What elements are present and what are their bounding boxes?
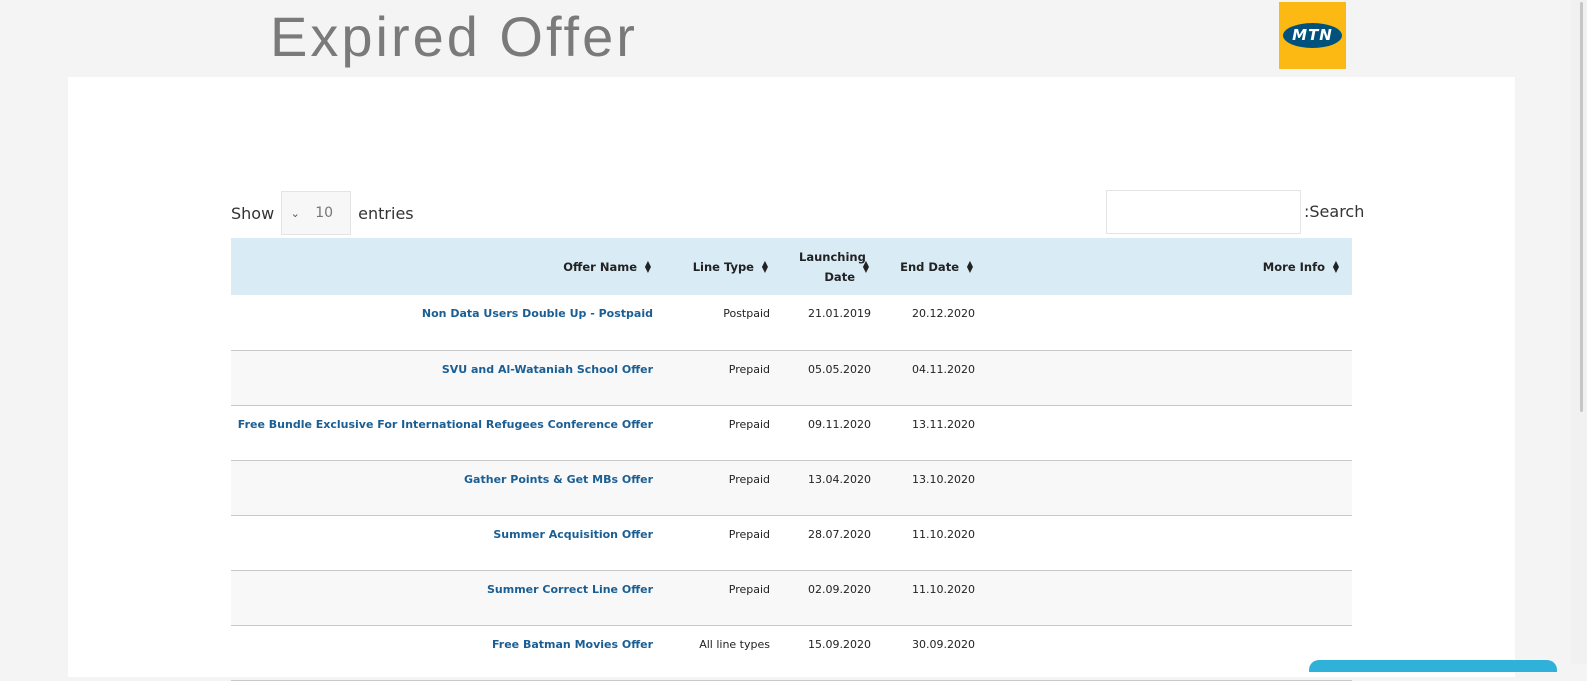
offer-link[interactable]: Summer Correct Line Offer [487, 583, 653, 596]
offer-name-cell: Gather Points & Get MBs Offer [231, 460, 653, 515]
launching-date-cell: 28.07.2020 [808, 527, 871, 541]
more-info-cell [975, 295, 1352, 350]
line-type-cell: Postpaid [723, 307, 770, 320]
table-row: Free Bundle Exclusive For International … [231, 405, 1352, 460]
column-header-label: More Info [1262, 259, 1325, 274]
more-info-cell [975, 350, 1352, 405]
more-info-cell [975, 515, 1352, 570]
line-type-cell: Prepaid [728, 582, 770, 596]
end-date-cell: 11.10.2020 [912, 527, 975, 541]
launching-date-cell: 05.05.2020 [808, 362, 871, 376]
line-type-cell: Prepaid [728, 362, 770, 376]
column-header-label: Launching Date [799, 247, 866, 287]
offer-name-cell: SVU and Al-Wataniah School Offer [231, 350, 653, 405]
column-header-label: Line Type [692, 259, 754, 274]
chevron-down-icon: ⌄ [290, 206, 300, 220]
page-length-value: 10 [315, 205, 334, 221]
more-info-cell [975, 405, 1352, 460]
sort-icon: ▲ ▼ [761, 258, 769, 274]
search-label: :Search [1304, 202, 1365, 221]
end-date-cell: 11.10.2020 [912, 582, 975, 596]
offer-link[interactable]: Summer Acquisition Offer [493, 528, 653, 541]
sort-icon: ▲ ▼ [1332, 258, 1340, 274]
page-length-control: Show ⌄ 10 entries [231, 190, 414, 236]
more-info-cell [975, 570, 1352, 625]
offer-name-cell: Non Data Users Double Up - Postpaid [231, 295, 653, 350]
launching-date-cell: 21.01.2019 [808, 307, 871, 320]
column-header-more-info[interactable]: More Info ▲ ▼ [975, 238, 1352, 295]
table-row: Gather Points & Get MBs Offer Prepaid 13… [231, 460, 1352, 515]
offer-name-cell: Summer Correct Line Offer [231, 570, 653, 625]
chat-widget-tab[interactable] [1309, 660, 1557, 672]
more-info-cell [975, 460, 1352, 515]
column-header-offer-name[interactable]: Offer Name ▲ ▼ [231, 238, 653, 295]
sort-icon: ▲ ▼ [644, 258, 652, 274]
offer-name-cell: Free Batman Movies Offer [231, 625, 653, 680]
line-type-cell: All line types [699, 637, 770, 651]
search-input[interactable] [1106, 190, 1301, 234]
mtn-logo[interactable]: MTN [1279, 2, 1346, 69]
offer-link[interactable]: Free Bundle Exclusive For International … [238, 418, 653, 431]
column-header-launching-date[interactable]: Launching Date ▲ ▼ [770, 238, 871, 295]
column-header-label: Offer Name [563, 259, 637, 274]
launching-date-cell: 13.04.2020 [808, 472, 871, 486]
offer-name-cell: Free Bundle Exclusive For International … [231, 405, 653, 460]
table-row: Free Batman Movies Offer All line types … [231, 625, 1352, 680]
launching-date-cell: 15.09.2020 [808, 637, 871, 651]
sort-icon: ▲ ▼ [862, 258, 870, 274]
line-type-cell: Prepaid [728, 417, 770, 431]
column-header-label-line2: Date [824, 269, 855, 284]
table-row: Summer Correct Line Offer Prepaid 02.09.… [231, 570, 1352, 625]
show-label: Show [231, 203, 275, 223]
more-info-cell [975, 625, 1352, 680]
page-length-select[interactable]: ⌄ 10 [281, 191, 352, 235]
column-header-label: End Date [900, 259, 959, 274]
offer-link[interactable]: SVU and Al-Wataniah School Offer [442, 363, 653, 376]
launching-date-cell: 02.09.2020 [808, 582, 871, 596]
offers-table: Offer Name ▲ ▼ Line Type ▲ ▼ Launching Date ▲… [231, 238, 1352, 681]
scrollbar-thumb[interactable] [1580, 2, 1583, 412]
table-header-row: Offer Name ▲ ▼ Line Type ▲ ▼ Launching Date ▲… [231, 238, 1352, 295]
end-date-cell: 13.10.2020 [912, 472, 975, 486]
offer-link[interactable]: Free Batman Movies Offer [492, 638, 653, 651]
end-date-cell: 04.11.2020 [912, 362, 975, 376]
offer-link[interactable]: Non Data Users Double Up - Postpaid [422, 307, 653, 320]
offer-link[interactable]: Gather Points & Get MBs Offer [464, 473, 653, 486]
column-header-label-line1: Launching [799, 249, 866, 264]
page-title: Expired Offer [270, 5, 638, 68]
sort-icon: ▲ ▼ [966, 258, 974, 274]
column-header-end-date[interactable]: End Date ▲ ▼ [871, 238, 975, 295]
table-row: Summer Acquisition Offer Prepaid 28.07.2… [231, 515, 1352, 570]
launching-date-cell: 09.11.2020 [808, 417, 871, 431]
end-date-cell: 13.11.2020 [912, 417, 975, 431]
logo-text: MTN [1292, 26, 1333, 44]
table-row: Non Data Users Double Up - Postpaid Post… [231, 295, 1352, 350]
column-header-line-type[interactable]: Line Type ▲ ▼ [653, 238, 770, 295]
offer-name-cell: Summer Acquisition Offer [231, 515, 653, 570]
end-date-cell: 20.12.2020 [912, 307, 975, 320]
end-date-cell: 30.09.2020 [912, 637, 975, 651]
line-type-cell: Prepaid [728, 527, 770, 541]
entries-label: entries [358, 203, 414, 223]
page-scrollbar[interactable] [1571, 0, 1587, 664]
line-type-cell: Prepaid [728, 472, 770, 486]
table-row: SVU and Al-Wataniah School Offer Prepaid… [231, 350, 1352, 405]
